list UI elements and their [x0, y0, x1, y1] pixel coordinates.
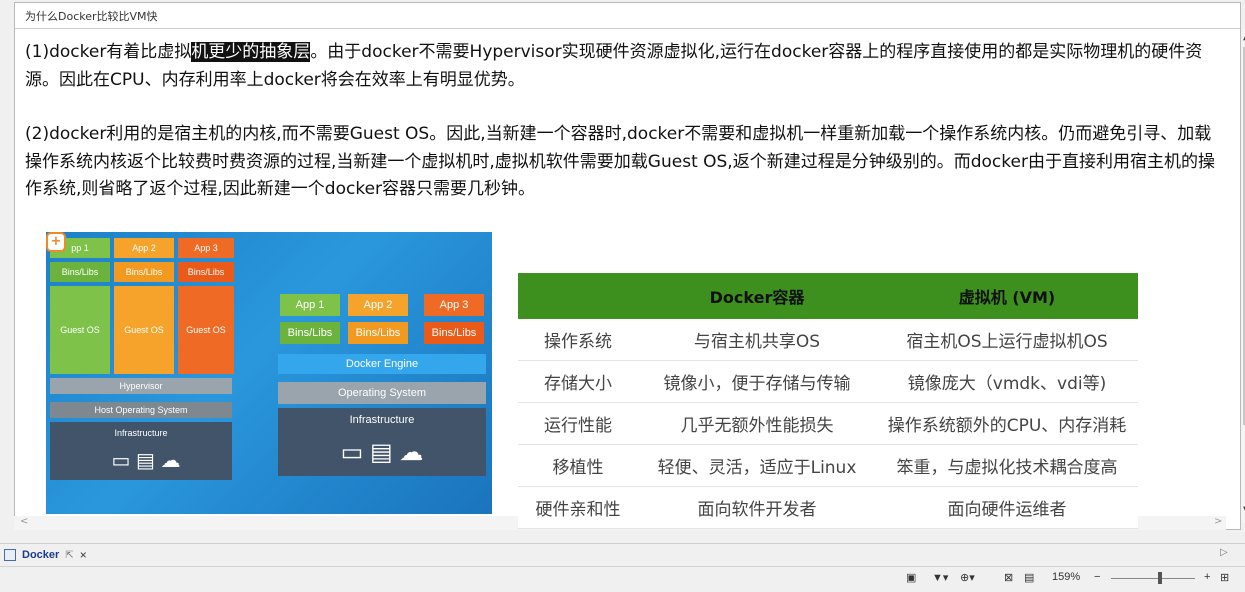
vm-guest-os-2: Guest OS	[114, 286, 174, 374]
table-cell: 镜像小，便于存储与传输	[638, 360, 876, 403]
zoom-level[interactable]: 159%	[1052, 571, 1080, 583]
dk-operating-system: Operating System	[278, 382, 486, 404]
zoom-slider-knob[interactable]	[1158, 572, 1162, 584]
table-cell: 移植性	[518, 444, 638, 487]
vm-infra-icons: ▭ ▤ ☁	[86, 446, 206, 474]
close-icon[interactable]: ×	[80, 548, 87, 562]
pin-icon[interactable]: ⇱	[65, 550, 73, 561]
cloud-icon: ☁	[399, 438, 424, 466]
tab-label: Docker	[22, 549, 60, 561]
app-window: 为什么Docker比较比VM快 (1)docker有着比虚拟机更少的抽象层。由于…	[0, 0, 1245, 592]
vm-guest-os-1: Guest OS	[50, 286, 110, 374]
paragraph-2: (2)docker利用的是宿主机的内核,而不需要Guest OS。因此,当新建一…	[25, 124, 1215, 199]
laptop-icon: ▭	[340, 438, 364, 466]
p1-text-before: (1)docker有着比虚拟	[25, 42, 192, 62]
status-bar: ▣ ▼▾ ⊕▾ ⊠ ▤ 159% − + ⊞	[0, 566, 1245, 592]
docker-engine: Docker Engine	[278, 354, 486, 374]
table-row: 硬件亲和性 面向软件开发者 面向硬件运维者	[518, 486, 1138, 529]
table-header-cell: 虚拟机 (VM)	[876, 273, 1138, 319]
fit-width-icon[interactable]: ⊞	[1220, 571, 1229, 584]
dk-app-2: App 2	[348, 294, 408, 316]
table-header-row: Docker容器 虚拟机 (VM)	[518, 273, 1138, 319]
table-cell: 操作系统	[518, 319, 638, 361]
vm-guest-os-3: Guest OS	[178, 286, 234, 374]
zoom-in-button[interactable]: +	[1204, 571, 1210, 583]
filter-icon[interactable]: ▼▾	[932, 571, 948, 584]
zoom-slider-track[interactable]	[1111, 578, 1195, 579]
dk-bins-3: Bins/Libs	[424, 322, 484, 344]
dk-bins-1: Bins/Libs	[280, 322, 340, 344]
table-cell: 硬件亲和性	[518, 486, 638, 529]
single-page-icon[interactable]: ⊠	[1004, 571, 1013, 584]
tab-scroll-right-icon[interactable]: ▷	[1220, 547, 1228, 558]
cloud-icon: ☁	[160, 449, 181, 472]
table-cell: 运行性能	[518, 402, 638, 445]
table-row: 操作系统 与宿主机共享OS 宿主机OS上运行虚拟机OS	[518, 319, 1138, 361]
table-cell: 面向硬件运维者	[876, 486, 1138, 529]
table-cell: 几乎无额外性能损失	[638, 402, 876, 445]
vm-infrastructure-label: Infrastructure	[114, 428, 168, 438]
dk-infra-icons: ▭ ▤ ☁	[312, 436, 452, 468]
continuous-page-icon[interactable]: ▤	[1024, 571, 1034, 584]
page-title: 为什么Docker比较比VM快	[25, 10, 158, 23]
paragraph-1: (1)docker有着比虚拟机更少的抽象层。由于docker不需要Hypervi…	[25, 39, 1225, 94]
table-cell: 存储大小	[518, 360, 638, 403]
fit-page-icon[interactable]: ▣	[906, 571, 916, 584]
add-badge-icon[interactable]: +	[46, 232, 66, 252]
scroll-left-icon[interactable]: <	[20, 516, 28, 527]
scroll-right-icon[interactable]: >	[1214, 516, 1222, 527]
table-cell: 宿主机OS上运行虚拟机OS	[876, 319, 1138, 361]
document-tab-bar: Docker ⇱ × ▷	[0, 543, 1245, 566]
table-row: 运行性能 几乎无额外性能损失 操作系统额外的CPU、内存消耗	[518, 402, 1138, 445]
vm-bins-3: Bins/Libs	[178, 262, 234, 282]
dk-app-3: App 3	[424, 294, 484, 316]
architecture-diagram: pp 1 App 2 App 3 Bins/Libs Bins/Libs Bin…	[46, 232, 492, 514]
table-row: 存储大小 镜像小，便于存储与传输 镜像庞大（vmdk、vdi等)	[518, 360, 1138, 403]
table-cell: 操作系统额外的CPU、内存消耗	[876, 402, 1138, 445]
vm-hypervisor: Hypervisor	[50, 378, 232, 394]
table-header-cell: Docker容器	[638, 273, 876, 319]
table-header-cell	[518, 273, 638, 319]
vm-bins-1: Bins/Libs	[50, 262, 110, 282]
comparison-table: Docker容器 虚拟机 (VM) 操作系统 与宿主机共享OS 宿主机OS上运行…	[518, 273, 1138, 529]
table-cell: 笨重，与虚拟化技术耦合度高	[876, 444, 1138, 487]
navigate-icon[interactable]: ⊕▾	[960, 571, 975, 584]
table-cell: 面向软件开发者	[638, 486, 876, 529]
vertical-scrollbar[interactable]: ▲ ▼	[1241, 29, 1245, 523]
p1-selected-text[interactable]: 机更少的抽象层	[191, 42, 311, 62]
server-icon: ▤	[136, 449, 155, 472]
vm-host-os: Host Operating System	[50, 402, 232, 418]
table-cell: 与宿主机共享OS	[638, 319, 876, 361]
vm-app-3: App 3	[178, 238, 234, 258]
dk-app-1: App 1	[280, 294, 340, 316]
vm-app-2: App 2	[114, 238, 174, 258]
table-cell: 轻便、灵活，适应于Linux	[638, 444, 876, 487]
page-title-row: 为什么Docker比较比VM快	[15, 3, 1240, 29]
dk-bins-2: Bins/Libs	[348, 322, 408, 344]
table-row: 移植性 轻便、灵活，适应于Linux 笨重，与虚拟化技术耦合度高	[518, 444, 1138, 487]
dk-infrastructure-label: Infrastructure	[349, 414, 415, 426]
tab-docker[interactable]: Docker ⇱ ×	[4, 545, 87, 565]
document-body: (1)docker有着比虚拟机更少的抽象层。由于docker不需要Hypervi…	[25, 39, 1225, 204]
server-icon: ▤	[370, 438, 393, 466]
laptop-icon: ▭	[111, 449, 131, 472]
table-cell: 镜像庞大（vmdk、vdi等)	[876, 360, 1138, 403]
zoom-out-button[interactable]: −	[1094, 571, 1100, 583]
document-icon	[4, 549, 16, 561]
vm-bins-2: Bins/Libs	[114, 262, 174, 282]
